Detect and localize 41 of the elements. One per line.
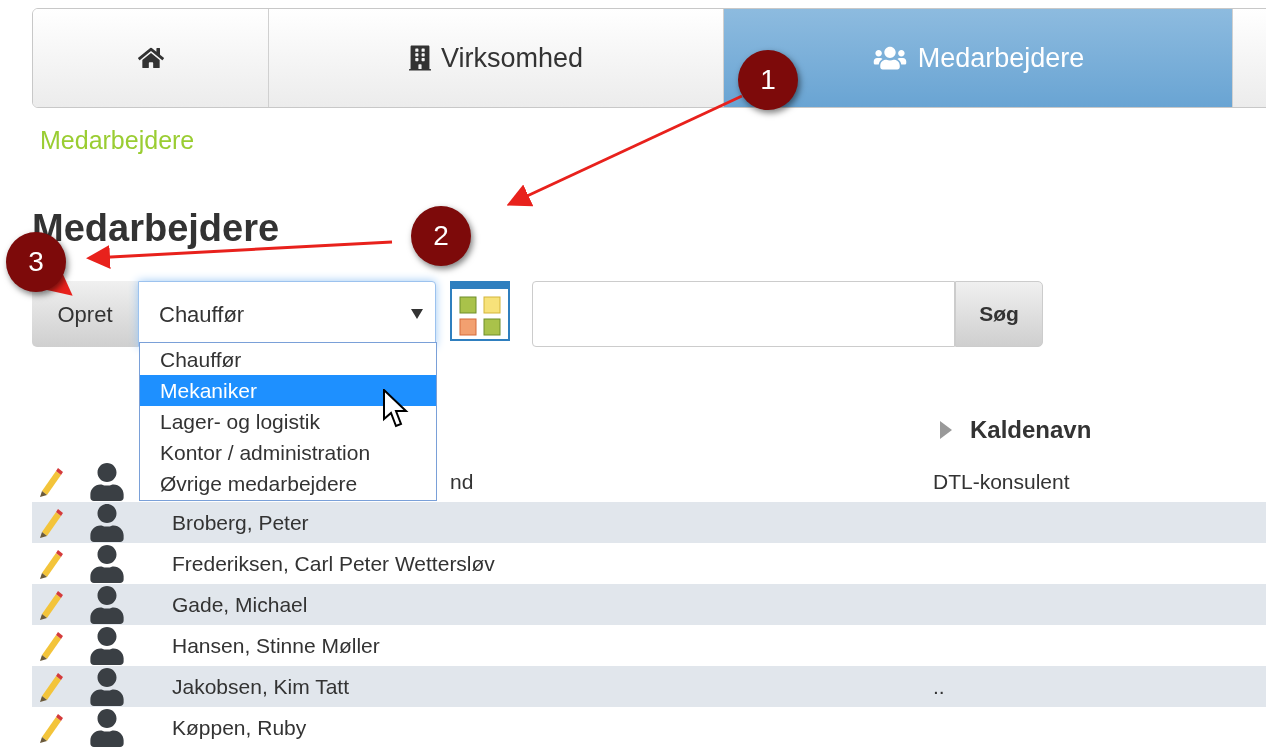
building-icon <box>408 45 431 71</box>
caret-icon <box>411 309 423 319</box>
pencil-icon[interactable] <box>38 712 64 743</box>
person-icon <box>90 585 124 624</box>
dropdown-option[interactable]: Øvrige medarbejdere <box>140 468 436 499</box>
category-select[interactable]: Chauffør <box>138 281 436 347</box>
grid-view-icon[interactable] <box>450 281 510 341</box>
nav-tab[interactable]: Virksomhed <box>269 9 724 107</box>
users-icon <box>871 45 908 71</box>
pencil-icon[interactable] <box>38 466 64 497</box>
person-icon <box>90 626 124 665</box>
search-button[interactable]: Søg <box>955 281 1043 347</box>
name-cell-text: nd <box>450 468 474 495</box>
dropdown-option[interactable]: Kontor / administration <box>140 437 436 468</box>
name-cell-text: Broberg, Peter <box>172 509 309 536</box>
person-icon <box>90 667 124 706</box>
dropdown-option[interactable]: Chauffør <box>140 344 436 375</box>
name-cell-text: Jakobsen, Kim Tatt <box>172 673 350 700</box>
pencil-icon[interactable] <box>38 589 64 620</box>
dropdown-option[interactable]: Lager- og logistik <box>140 406 436 437</box>
person-icon <box>90 503 124 542</box>
column-header[interactable]: Kaldenavn <box>970 412 1092 448</box>
pencil-icon[interactable] <box>38 671 64 702</box>
search-field[interactable] <box>532 281 955 347</box>
person-icon <box>90 462 124 501</box>
nickname-cell-text: .. <box>933 673 945 700</box>
name-cell-text: Køppen, Ruby <box>172 714 307 741</box>
name-cell-text: Gade, Michael <box>172 591 308 618</box>
name-cell-text: Frederiksen, Carl Peter Wettersløv <box>172 550 495 577</box>
sort-icon <box>940 421 952 439</box>
pencil-icon[interactable] <box>38 548 64 579</box>
home-icon <box>137 45 164 71</box>
step-marker: 2 <box>411 206 471 266</box>
pencil-icon[interactable] <box>38 507 64 538</box>
name-cell-text: Hansen, Stinne Møller <box>172 632 380 659</box>
pencil-icon[interactable] <box>38 630 64 661</box>
person-icon <box>90 708 124 747</box>
create-button[interactable]: Opret <box>32 281 138 347</box>
nickname-cell-text: DTL-konsulent <box>933 468 1070 495</box>
mouse-cursor-icon <box>383 389 409 429</box>
person-icon <box>90 544 124 583</box>
